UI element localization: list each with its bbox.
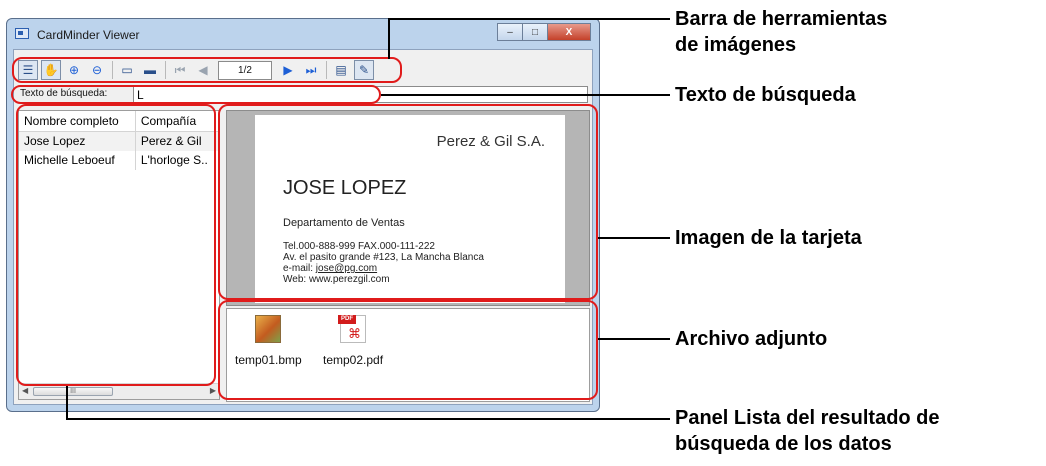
scroll-right-icon[interactable]: ▶ — [210, 386, 216, 395]
callout-card-image: Imagen de la tarjeta — [675, 227, 862, 249]
card-callout-line — [598, 237, 670, 239]
toolbar-callout-line — [388, 18, 670, 20]
callout-list-line2: búsqueda de los datos — [675, 433, 892, 455]
window-controls: – □ X — [497, 23, 591, 41]
maximize-button[interactable]: □ — [522, 23, 548, 41]
callout-attachment: Archivo adjunto — [675, 328, 828, 350]
callout-search: Texto de búsqueda — [675, 84, 856, 106]
search-callout-line — [381, 94, 670, 96]
attachment-callout-line — [598, 338, 670, 340]
callout-toolbar: Barra de herramientas de imágenes — [675, 6, 887, 58]
minimize-button[interactable]: – — [497, 23, 523, 41]
toolbar-highlight — [12, 57, 402, 83]
window-title: CardMinder Viewer — [37, 28, 140, 42]
app-icon — [15, 28, 29, 39]
scroll-left-icon[interactable]: ◀ — [22, 386, 28, 395]
scroll-thumb[interactable]: III — [33, 387, 113, 396]
list-callout-line — [66, 418, 670, 420]
search-highlight — [11, 85, 381, 104]
callout-toolbar-line1: Barra de herramientas — [675, 8, 888, 30]
title-bar[interactable]: CardMinder Viewer – □ X — [7, 19, 599, 47]
list-callout-line — [66, 386, 68, 420]
callout-list-line1: Panel Lista del resultado de — [675, 407, 940, 429]
callout-toolbar-line2: de imágenes — [675, 34, 797, 56]
toolbar-callout-line — [388, 18, 390, 59]
attachment-highlight — [218, 300, 598, 400]
card-highlight — [218, 104, 598, 300]
list-highlight — [16, 104, 216, 386]
callout-list: Panel Lista del resultado de búsqueda de… — [675, 405, 940, 457]
close-button[interactable]: X — [547, 23, 591, 41]
